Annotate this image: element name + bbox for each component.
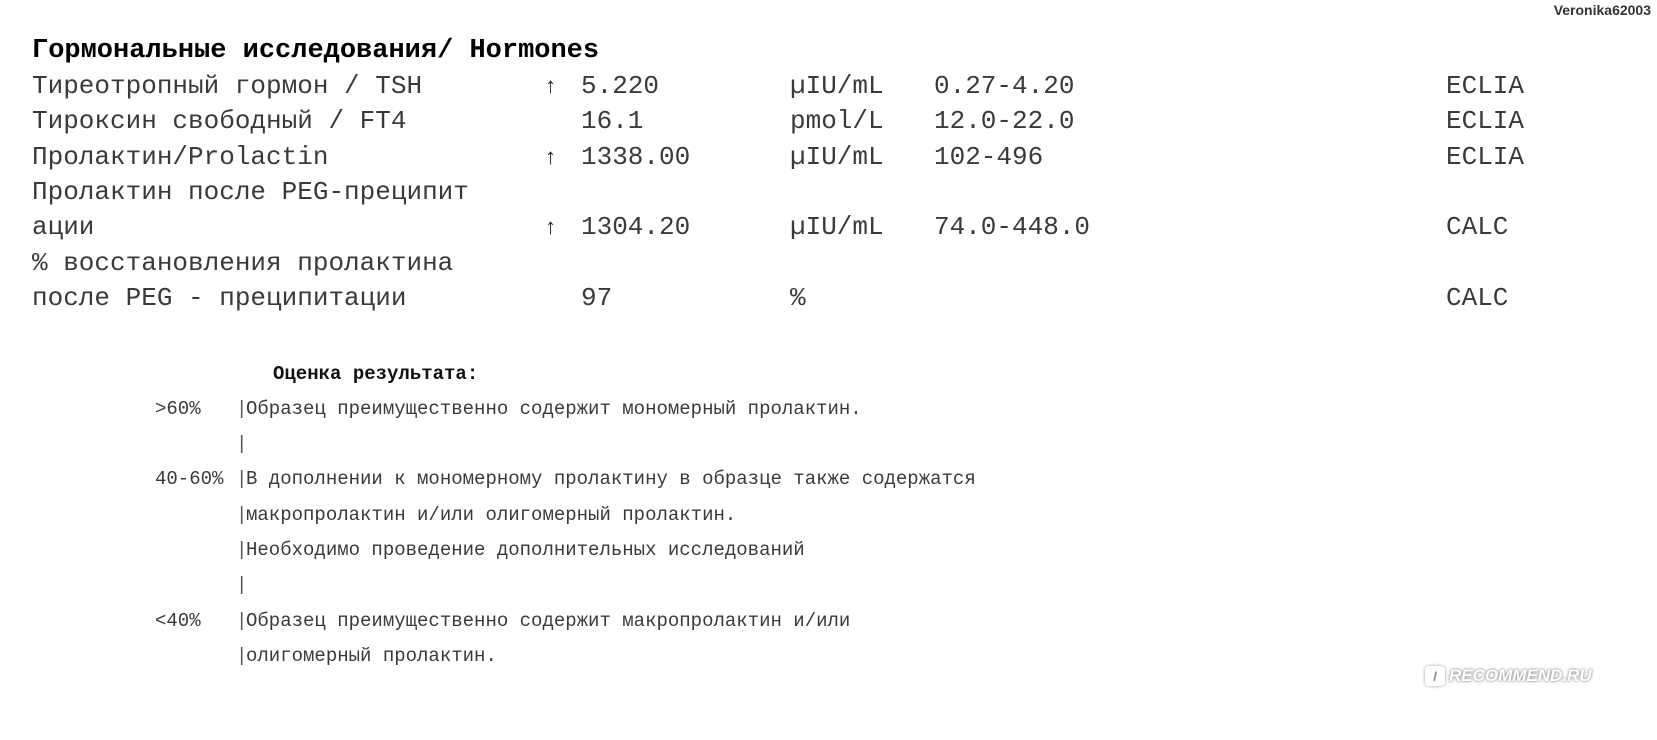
reference-range: 12.0-22.0 [934, 106, 1075, 136]
test-method: CALC [1446, 283, 1509, 313]
evaluation-range: <40% [155, 610, 201, 632]
separator-bar: | [236, 433, 248, 455]
evaluation-text: макропролактин и/или олигомерный пролакт… [246, 504, 737, 526]
evaluation-text: В дополнении к мономерному пролактину в … [246, 468, 976, 490]
test-name: Тироксин свободный / FT4 [32, 106, 407, 136]
test-unit: µIU/mL [790, 212, 884, 242]
recommend-logo-icon: I [1425, 666, 1445, 686]
test-value: 97 [581, 283, 613, 313]
test-unit: µIU/mL [790, 142, 884, 172]
test-method: CALC [1446, 212, 1509, 242]
evaluation-line: | [0, 574, 247, 598]
test-name: ации [32, 212, 95, 242]
result-row: Тироксин свободный / FT4 16.1 pmol/L 12.… [0, 106, 1524, 142]
evaluation-line: <40% | Образец преимущественно содержит … [0, 610, 850, 634]
result-row: после PEG - преципитации 97 % CALC [0, 283, 1508, 319]
test-name: после PEG - преципитации [32, 283, 407, 313]
test-method: ECLIA [1446, 106, 1525, 136]
test-name: Пролактин после PEG-преципит [32, 177, 469, 207]
high-flag-icon: ↑ [544, 146, 558, 171]
evaluation-range: 40-60% [155, 468, 224, 490]
high-flag-icon: ↑ [544, 75, 558, 100]
result-row: ации ↑ 1304.20 µIU/mL 74.0-448.0 CALC [0, 212, 1508, 248]
high-flag-icon: ↑ [544, 216, 558, 241]
reference-range: 102-496 [934, 142, 1044, 172]
evaluation-line: >60% | Образец преимущественно содержит … [0, 398, 862, 422]
section-title: Гормональные исследования/ Hormones [32, 36, 600, 66]
watermark-username: Veronika62003 [1553, 2, 1651, 18]
result-row: Тиреотропный гормон / TSH ↑ 5.220 µIU/mL… [0, 71, 1524, 107]
reference-range: 74.0-448.0 [934, 212, 1091, 242]
evaluation-title: Оценка результата: [273, 363, 479, 385]
evaluation-line: | Необходимо проведение дополнительных и… [0, 539, 805, 563]
evaluation-line: 40-60% | В дополнении к мономерному прол… [0, 468, 976, 492]
separator-bar: | [236, 574, 248, 596]
result-row: Пролактин после PEG-преципит [0, 177, 469, 213]
evaluation-text: Необходимо проведение дополнительных исс… [246, 539, 805, 561]
test-method: ECLIA [1446, 71, 1525, 101]
test-unit: % [790, 283, 806, 313]
test-name: Тиреотропный гормон / TSH [32, 71, 423, 101]
test-value: 1304.20 [581, 212, 691, 242]
test-name: Пролактин/Prolactin [32, 142, 329, 172]
evaluation-text: олигомерный пролактин. [246, 645, 497, 667]
evaluation-text: Образец преимущественно содержит мономер… [246, 398, 862, 420]
test-unit: pmol/L [790, 106, 884, 136]
test-unit: µIU/mL [790, 71, 884, 101]
site-watermark: I RECOMMEND.RU [1425, 666, 1592, 686]
test-value: 1338.00 [581, 142, 691, 172]
result-row: Пролактин/Prolactin ↑ 1338.00 µIU/mL 102… [0, 142, 1524, 178]
evaluation-text: Образец преимущественно содержит макропр… [246, 610, 851, 632]
test-value: 5.220 [581, 71, 660, 101]
evaluation-line: | [0, 433, 247, 457]
result-row: % восстановления пролактина [0, 248, 453, 284]
test-name: % восстановления пролактина [32, 248, 454, 278]
test-value: 16.1 [581, 106, 644, 136]
evaluation-range: >60% [155, 398, 201, 420]
watermark-site-name: RECOMMEND.RU [1449, 666, 1592, 685]
evaluation-line: | макропролактин и/или олигомерный прола… [0, 504, 736, 528]
test-method: ECLIA [1446, 142, 1525, 172]
evaluation-line: | олигомерный пролактин. [0, 645, 497, 669]
reference-range: 0.27-4.20 [934, 71, 1075, 101]
